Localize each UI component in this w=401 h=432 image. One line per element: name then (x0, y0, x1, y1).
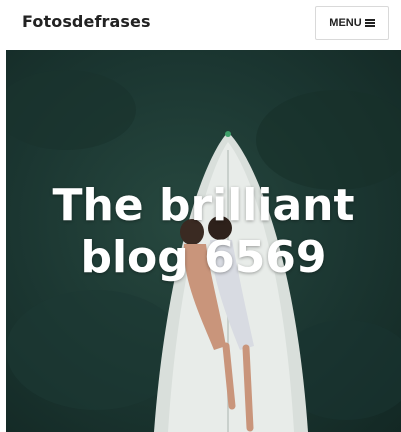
hamburger-icon (364, 19, 375, 27)
menu-button[interactable]: MENU (315, 6, 389, 40)
hero-title-line1: The brilliant (52, 180, 355, 231)
menu-label: MENU (329, 17, 362, 29)
site-header: Fotosdefrases MENU (0, 0, 401, 48)
hero-title-line2: blog 6569 (80, 232, 327, 283)
site-title[interactable]: Fotosdefrases (22, 12, 151, 31)
hero-title: The brilliant blog 6569 (6, 180, 401, 284)
hero-banner: The brilliant blog 6569 (6, 50, 401, 432)
